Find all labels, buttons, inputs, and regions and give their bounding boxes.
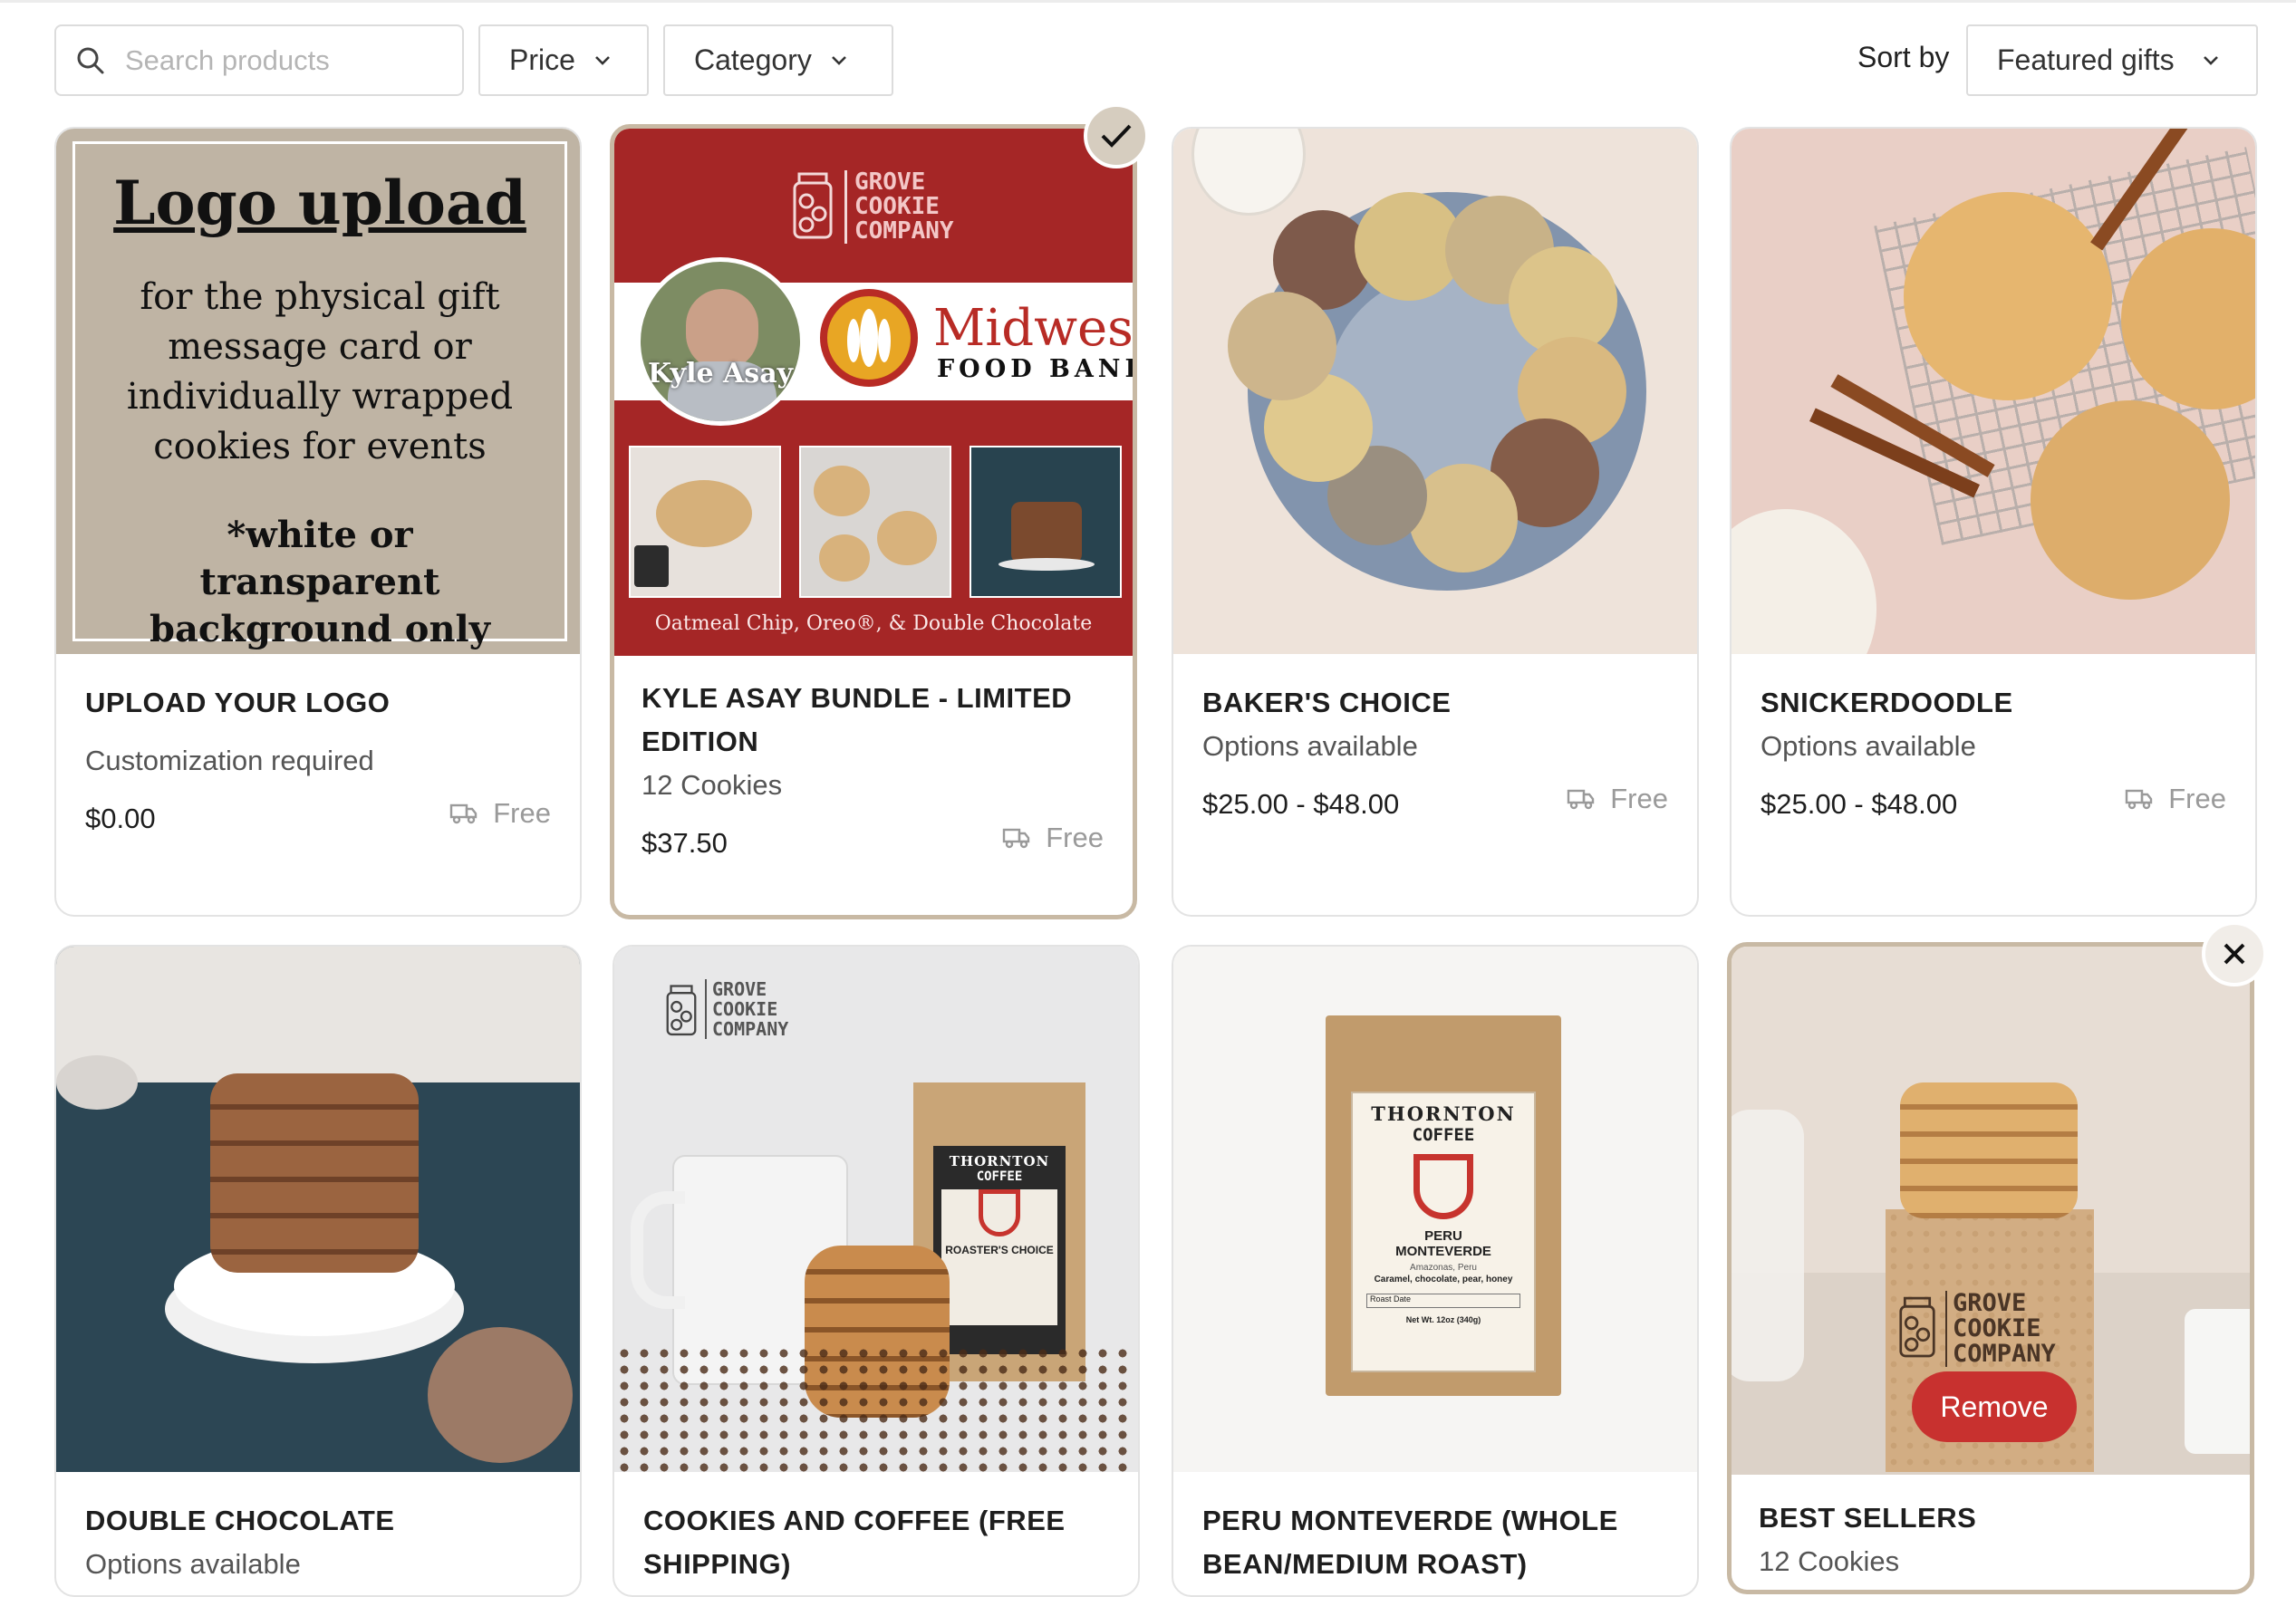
product-subtitle: Options available <box>1202 730 1418 762</box>
product-price: $0.00 <box>85 803 156 834</box>
search-box[interactable] <box>54 24 464 96</box>
shipping-label: Free <box>1046 822 1104 853</box>
sort-value: Featured gifts <box>1997 43 2175 76</box>
product-card-bakers-choice[interactable]: BAKER'S CHOICE Options available $25.00 … <box>1172 127 1699 917</box>
cookie-photo <box>799 446 951 598</box>
product-title: BAKER'S CHOICE <box>1202 687 1452 718</box>
grove-cookie-logo: GROVE COOKIE COMPANY <box>1898 1291 2079 1381</box>
grove-cookie-logo: GROVE COOKIE COMPANY <box>665 979 810 1043</box>
sort-dropdown[interactable]: Featured gifts <box>1966 24 2258 96</box>
logo-upload-heading: Logo upload <box>113 168 526 238</box>
partner-subname: FOOD BANK. <box>937 355 1133 383</box>
cookie-photo <box>970 446 1122 598</box>
person-photo: Kyle Asay <box>636 257 805 426</box>
category-filter-dropdown[interactable]: Category <box>663 24 893 96</box>
truck-icon <box>1568 789 1595 810</box>
shipping-info: Free <box>449 797 551 830</box>
price-filter-dropdown[interactable]: Price <box>478 24 649 96</box>
partner-name: Midwest <box>933 299 1133 358</box>
product-title: DOUBLE CHOCOLATE <box>85 1505 395 1536</box>
shipping-info: Free <box>1567 783 1668 815</box>
peru-monteverde-image: THORNTON COFFEE PERU MONTEVERDE Amazonas… <box>1173 947 1697 1472</box>
bag-brand: THORNTON <box>949 1153 1050 1169</box>
bag-brand: THORNTON <box>1371 1102 1516 1125</box>
shipping-label: Free <box>493 797 551 829</box>
product-card-best-sellers[interactable]: GROVE COOKIE COMPANY BEST SELLERS 12 Coo… <box>1727 942 2254 1594</box>
remove-button[interactable]: Remove <box>1912 1371 2077 1442</box>
product-subtitle: Options available <box>1761 730 1976 762</box>
product-price: $25.00 - $48.00 <box>1202 788 1400 820</box>
sort-by-label: Sort by <box>1857 41 1950 73</box>
bag-label: PERU MONTEVERDE <box>1395 1228 1491 1259</box>
brand-text: GROVE COOKIE COMPANY <box>705 979 821 1039</box>
cookies-and-coffee-image: GROVE COOKIE COMPANY THORNTON COFFEE ROA… <box>614 947 1138 1472</box>
truck-icon <box>450 803 478 824</box>
bag-sub: COFFEE <box>976 1169 1023 1184</box>
product-card-upload-logo[interactable]: Logo upload for the physical gift messag… <box>54 127 582 917</box>
search-input[interactable] <box>123 43 435 78</box>
search-icon <box>77 47 104 73</box>
close-icon <box>2224 943 2245 965</box>
product-card-double-chocolate[interactable]: DOUBLE CHOCOLATE Options available <box>54 945 582 1597</box>
bag-date: Roast Date <box>1366 1294 1520 1308</box>
chevron-down-icon <box>2203 55 2218 65</box>
product-subtitle: Customization required <box>85 745 374 776</box>
product-price: $25.00 - $48.00 <box>1761 788 1958 820</box>
selected-check-badge[interactable] <box>1084 103 1149 168</box>
person-name: Kyle Asay <box>647 358 794 390</box>
logo-upload-note: *white or transparent background only <box>150 514 490 650</box>
top-divider <box>0 0 2296 3</box>
partner-logo: Midwest FOOD BANK. <box>819 288 1133 392</box>
product-title: BEST SELLERS <box>1759 1502 1977 1534</box>
bag-label: ROASTER'S CHOICE <box>945 1244 1054 1256</box>
truck-icon <box>2126 789 2153 810</box>
bag-notes: Caramel, chocolate, pear, honey <box>1374 1275 1513 1284</box>
bag-weight: Net Wt. 12oz (340g) <box>1405 1315 1481 1324</box>
bag-sub: COFFEE <box>1412 1125 1475 1145</box>
product-title: PERU MONTEVERDE (WHOLE BEAN/MEDIUM ROAST… <box>1202 1505 1618 1580</box>
product-title: UPLOAD YOUR LOGO <box>85 687 391 718</box>
bag-origin: Amazonas, Peru <box>1410 1263 1477 1273</box>
kyle-asay-bundle-image: GROVE COOKIE COMPANY Kyle Asay Midwest F… <box>614 129 1133 656</box>
chevron-down-icon <box>831 55 846 65</box>
chevron-down-icon <box>594 55 610 65</box>
brand-text: GROVE COOKIE COMPANY <box>844 170 972 244</box>
product-card-cookies-and-coffee[interactable]: GROVE COOKIE COMPANY THORNTON COFFEE ROA… <box>613 945 1140 1597</box>
grove-cookie-logo: GROVE COOKIE COMPANY <box>792 165 955 246</box>
product-title: KYLE ASAY BUNDLE - LIMITED EDITION <box>642 682 1073 757</box>
truck-icon <box>1003 828 1030 849</box>
shipping-label: Free <box>2168 783 2226 814</box>
category-filter-label: Category <box>694 43 812 76</box>
brand-text: GROVE COOKIE COMPANY <box>1945 1291 2089 1367</box>
bakers-choice-image <box>1173 129 1697 654</box>
image-caption: Oatmeal Chip, Oreo®, & Double Chocolate <box>654 612 1093 635</box>
logo-upload-image: Logo upload for the physical gift messag… <box>56 129 580 654</box>
shipping-info: Free <box>1002 822 1104 854</box>
checkmark-icon <box>1101 124 1132 148</box>
product-subtitle: 12 Cookies <box>1759 1545 1900 1577</box>
product-card-snickerdoodle[interactable]: SNICKERDOODLE Options available $25.00 -… <box>1730 127 2257 917</box>
snickerdoodle-image <box>1732 129 2255 654</box>
product-title: SNICKERDOODLE <box>1761 687 2013 718</box>
product-price: $37.50 <box>642 827 728 859</box>
remove-x-badge[interactable] <box>2202 921 2267 986</box>
double-chocolate-image <box>56 947 580 1472</box>
logo-upload-body: for the physical gift message card or in… <box>126 276 514 467</box>
product-card-peru-monteverde[interactable]: THORNTON COFFEE PERU MONTEVERDE Amazonas… <box>1172 945 1699 1597</box>
cookie-photo <box>629 446 781 598</box>
price-filter-label: Price <box>509 43 575 76</box>
product-title: COOKIES AND COFFEE (FREE SHIPPING) <box>643 1505 1066 1580</box>
product-subtitle: 12 Cookies <box>642 769 783 801</box>
shipping-info: Free <box>2125 783 2226 815</box>
product-subtitle: Options available <box>85 1548 301 1580</box>
shipping-label: Free <box>1610 783 1668 814</box>
product-card-kyle-asay-bundle[interactable]: GROVE COOKIE COMPANY Kyle Asay Midwest F… <box>610 124 1137 919</box>
